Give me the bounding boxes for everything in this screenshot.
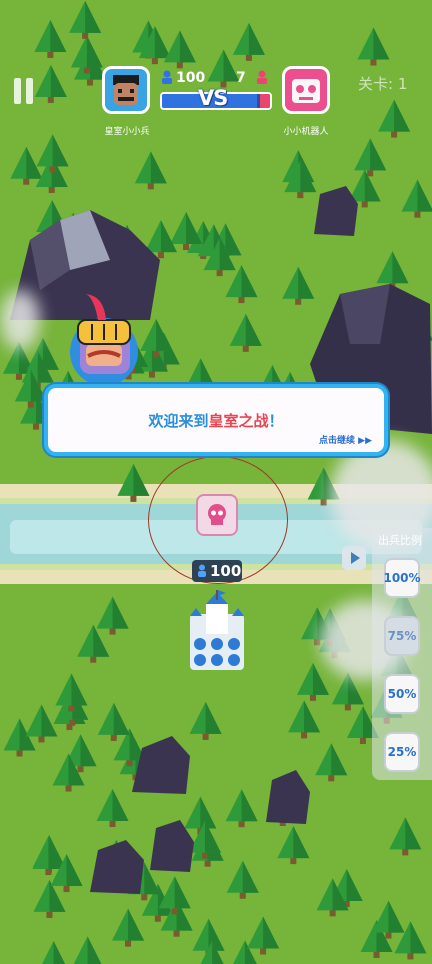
pine-tree (225, 789, 258, 828)
enemy-avatar (282, 66, 330, 114)
pine-tree (207, 49, 240, 88)
pine-tree (112, 908, 145, 947)
pine-tree (69, 0, 102, 39)
right-score: 7 (236, 70, 246, 86)
welcome-dialog[interactable]: 欢迎来到皇室之战！ 点击继续 ▶▶ (44, 384, 388, 456)
knight-helmet-icon (70, 294, 138, 386)
pine-tree (163, 30, 196, 69)
game-title-highlight: 皇室之战 (208, 412, 269, 430)
pine-tree (315, 743, 348, 782)
pine-tree (73, 936, 102, 964)
enemy-fill (260, 94, 270, 108)
pine-tree (401, 179, 432, 218)
pine-tree (134, 151, 167, 190)
level-label: 关卡: 1 (358, 75, 408, 93)
player-avatar (102, 66, 150, 114)
person-icon (162, 70, 172, 84)
rock (266, 770, 310, 824)
rock (150, 820, 194, 872)
player-avatar-icon (113, 75, 139, 105)
skull-icon (208, 504, 226, 525)
ratio-option-50[interactable]: 50% (384, 674, 420, 714)
pine-tree (225, 265, 258, 304)
ratio-option-75[interactable]: 75% (384, 616, 420, 656)
rock (314, 186, 358, 236)
pine-tree (34, 64, 67, 103)
ratio-option-100[interactable]: 100% (383, 558, 421, 598)
pause-icon (14, 78, 21, 104)
troop-ratio-title: 出兵比例 (378, 534, 422, 547)
pine-tree (354, 138, 387, 177)
pine-tree (3, 718, 36, 757)
robot-avatar-icon (292, 79, 320, 103)
person-icon (198, 564, 206, 577)
rock (90, 840, 144, 894)
pine-tree (55, 673, 88, 712)
pine-tree (378, 99, 411, 138)
troop-count: 100 (210, 562, 242, 580)
pine-tree (96, 789, 129, 828)
pine-tree (189, 701, 222, 740)
troop-count-badge: 100 (192, 560, 242, 582)
rock (132, 736, 190, 794)
pine-tree (25, 704, 58, 743)
pine-tree (277, 826, 310, 865)
person-icon (257, 70, 267, 84)
enemy-base[interactable] (196, 494, 238, 536)
vs-label: VS (198, 86, 228, 110)
enemy-name: 小小机器人 (283, 127, 329, 137)
player-name: 皇室小小兵 (104, 127, 150, 137)
collapse-panel-button[interactable] (342, 546, 366, 570)
pine-tree (226, 860, 259, 899)
play-icon (351, 552, 360, 564)
pine-tree (42, 941, 66, 964)
pine-tree (357, 27, 390, 66)
fog (0, 290, 40, 350)
pause-button[interactable] (14, 78, 36, 104)
pine-tree (232, 22, 265, 61)
pine-tree (296, 662, 329, 701)
ratio-option-25[interactable]: 25% (384, 732, 420, 772)
pine-tree (117, 463, 150, 502)
pine-tree (288, 700, 321, 739)
pine-tree (34, 19, 67, 58)
left-score: 100 (176, 70, 206, 86)
pine-tree (36, 134, 69, 173)
pine-tree (96, 596, 129, 635)
pine-tree (247, 916, 280, 955)
pine-tree (77, 624, 110, 663)
pine-tree (97, 702, 130, 741)
castle-icon[interactable] (186, 590, 248, 674)
pine-tree (229, 313, 262, 352)
continue-hint[interactable]: 点击继续 ▶▶ (319, 433, 372, 446)
welcome-message: 欢迎来到皇室之战！ (148, 412, 284, 430)
pine-tree (389, 817, 422, 856)
